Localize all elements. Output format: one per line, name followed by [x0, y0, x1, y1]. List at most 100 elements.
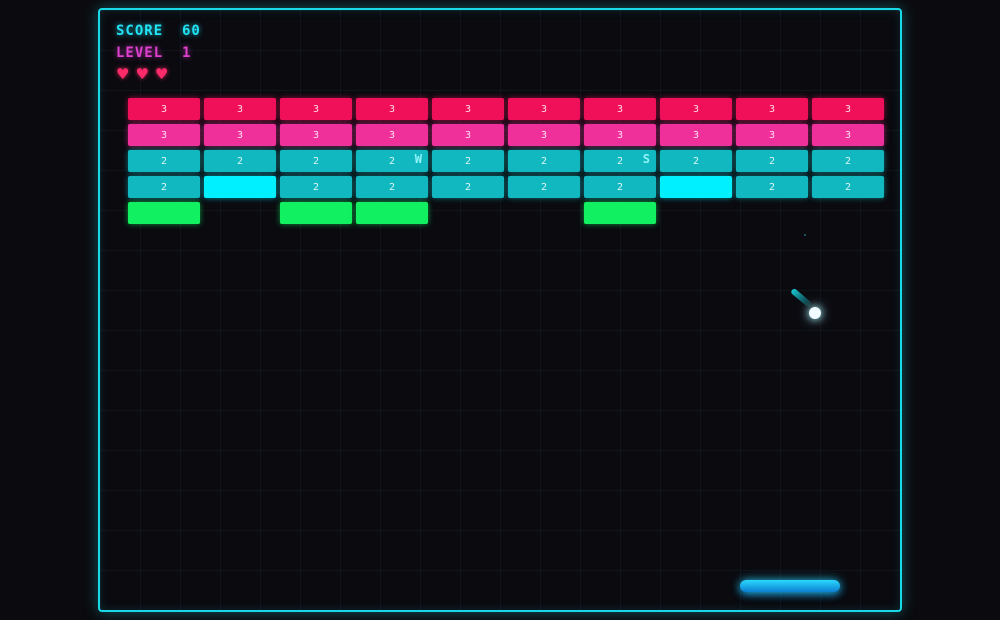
brick-hits-label: 3 [160, 103, 168, 115]
brick-hits-label: 2 [768, 181, 776, 193]
brick-hits-label: 2 [388, 155, 396, 167]
brick: 2 [128, 176, 200, 198]
brick-hits-label: 3 [160, 129, 168, 141]
brick: 3 [128, 124, 200, 146]
brick-hits-label: 3 [464, 103, 472, 115]
brick: 3 [280, 124, 352, 146]
brick-hits-label: 3 [388, 129, 396, 141]
brick: 3 [736, 124, 808, 146]
brick: 3 [204, 124, 276, 146]
brick [584, 202, 656, 224]
powerup-label: S [642, 152, 650, 166]
empty-slot [508, 202, 580, 224]
brick-hits-label: 2 [312, 181, 320, 193]
brick: 3 [204, 98, 276, 120]
brick-grid: 333333333333333333332222W222S22222222222 [128, 98, 884, 224]
heart-icon: ♥ [135, 65, 149, 83]
brick-hits-label: 3 [540, 103, 548, 115]
brick-hits-label: 3 [616, 103, 624, 115]
ball-trail [790, 287, 813, 308]
brick-hits-label: 2 [160, 155, 168, 167]
brick-hits-label: 3 [236, 103, 244, 115]
brick: 2 [812, 176, 884, 198]
brick: 2S [584, 150, 656, 172]
brick-hits-label: 3 [616, 129, 624, 141]
brick: 2 [128, 150, 200, 172]
empty-slot [812, 202, 884, 224]
brick: 2 [280, 176, 352, 198]
heart-icon: ♥ [116, 65, 130, 83]
brick-hits-label: 3 [540, 129, 548, 141]
brick: 2 [736, 176, 808, 198]
brick: 2 [736, 150, 808, 172]
brick: 2 [660, 150, 732, 172]
brick: 3 [584, 124, 656, 146]
level-display: LEVEL 1 [116, 45, 192, 61]
brick-hits-label: 3 [768, 129, 776, 141]
brick-hits-label: 3 [312, 103, 320, 115]
brick-hits-label: 3 [312, 129, 320, 141]
brick: 3 [508, 124, 580, 146]
empty-slot [660, 202, 732, 224]
brick-hits-label: 2 [464, 155, 472, 167]
brick: 3 [280, 98, 352, 120]
brick-hits-label: 2 [844, 181, 852, 193]
brick-hits-label: 2 [388, 181, 396, 193]
empty-slot [432, 202, 504, 224]
spark-particle [804, 234, 806, 236]
brick-hits-label: 3 [844, 129, 852, 141]
brick: 2 [432, 176, 504, 198]
brick-hits-label: 2 [768, 155, 776, 167]
brick: 3 [356, 98, 428, 120]
brick-hits-label: 3 [692, 103, 700, 115]
brick: 2 [584, 176, 656, 198]
empty-slot [736, 202, 808, 224]
brick-hits-label: 2 [312, 155, 320, 167]
game-field[interactable]: SCORE 60 LEVEL 1 ♥ ♥ ♥ 3 3 3 3 3 3 3 3 3 3 3 3 3 3 3 3 3 3 3… [98, 8, 902, 612]
brick: 3 [812, 124, 884, 146]
paddle[interactable] [740, 580, 840, 592]
brick-hits-label: 2 [692, 155, 700, 167]
lives-display: ♥ ♥ ♥ [116, 66, 168, 82]
brick: 2 [508, 176, 580, 198]
brick: 3 [812, 98, 884, 120]
heart-icon: ♥ [154, 65, 169, 83]
score-display: SCORE 60 [116, 23, 201, 39]
brick-hits-label: 2 [540, 155, 548, 167]
brick-hits-label: 3 [464, 129, 472, 141]
brick [204, 176, 276, 198]
brick: 3 [660, 124, 732, 146]
brick: 3 [128, 98, 200, 120]
brick [356, 202, 428, 224]
brick-hits-label: 3 [768, 103, 776, 115]
powerup-label: W [414, 152, 422, 166]
brick: 2 [204, 150, 276, 172]
brick: 2 [432, 150, 504, 172]
brick: 3 [356, 124, 428, 146]
brick: 3 [508, 98, 580, 120]
brick: 3 [584, 98, 656, 120]
brick: 3 [432, 124, 504, 146]
brick [280, 202, 352, 224]
brick: 2 [812, 150, 884, 172]
brick: 2 [280, 150, 352, 172]
brick: 2 [508, 150, 580, 172]
brick-hits-label: 3 [844, 103, 852, 115]
brick: 3 [432, 98, 504, 120]
brick: 2W [356, 150, 428, 172]
brick: 3 [660, 98, 732, 120]
brick-hits-label: 2 [616, 181, 624, 193]
brick-hits-label: 2 [160, 181, 168, 193]
brick-hits-label: 2 [616, 155, 624, 167]
brick-hits-label: 2 [540, 181, 548, 193]
brick-hits-label: 2 [464, 181, 472, 193]
empty-slot [204, 202, 276, 224]
ball [809, 307, 821, 319]
brick: 3 [736, 98, 808, 120]
brick-hits-label: 2 [844, 155, 852, 167]
brick-hits-label: 3 [692, 129, 700, 141]
brick [128, 202, 200, 224]
brick-hits-label: 2 [236, 155, 244, 167]
brick-hits-label: 3 [388, 103, 396, 115]
brick [660, 176, 732, 198]
